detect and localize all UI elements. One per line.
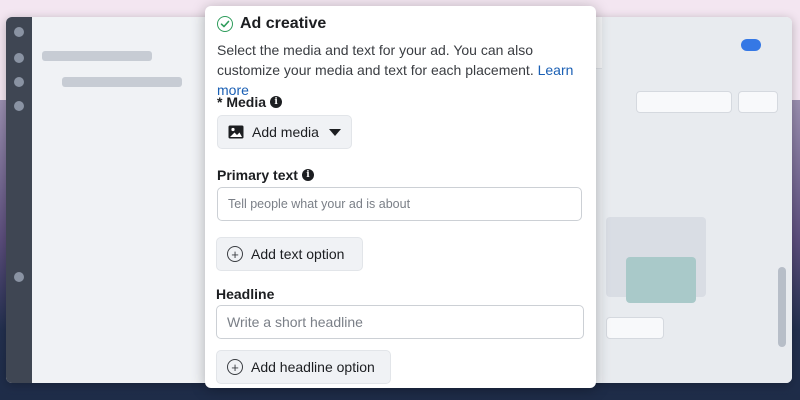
rail-icon [14, 77, 24, 87]
headline-input[interactable] [216, 305, 584, 339]
panel-description: Select the media and text for your ad. Y… [217, 40, 587, 100]
background-button [738, 91, 778, 113]
add-text-option-label: Add text option [251, 246, 345, 262]
rail-icon [14, 101, 24, 111]
image-icon [228, 125, 244, 139]
required-mark: * [217, 94, 227, 110]
plus-circle-icon: + [227, 246, 243, 262]
background-row [62, 77, 182, 87]
media-label-text: Media [226, 94, 267, 110]
primary-text-label: Primary text i [217, 167, 314, 183]
background-row [42, 51, 152, 61]
info-icon[interactable]: i [270, 96, 283, 108]
background-toggle [741, 39, 761, 51]
check-circle-icon [217, 16, 233, 32]
background-button [636, 91, 732, 113]
rail-icon [14, 53, 24, 63]
plus-circle-icon: + [227, 359, 243, 375]
panel-title: Ad creative [240, 15, 327, 32]
primary-text-label-text: Primary text [217, 167, 298, 183]
background-campaign-tree [32, 17, 212, 383]
background-button [606, 317, 664, 339]
background-preview-image [626, 257, 696, 303]
add-text-option-button[interactable]: + Add text option [216, 237, 363, 271]
add-media-button[interactable]: Add media [217, 115, 352, 149]
headline-label-text: Headline [216, 286, 275, 302]
rail-icon [14, 27, 24, 37]
panel-header: Ad creative [217, 15, 326, 33]
media-label: * Media i [217, 94, 283, 110]
description-text: Select the media and text for your ad. Y… [217, 42, 534, 78]
headline-label: Headline [216, 286, 274, 302]
ad-creative-panel: Ad creative Select the media and text fo… [205, 6, 596, 388]
add-media-label: Add media [252, 124, 319, 140]
background-scrollbar [778, 267, 786, 347]
rail-icon [14, 272, 24, 282]
add-headline-option-label: Add headline option [251, 359, 375, 375]
info-icon[interactable]: i [301, 169, 314, 181]
background-nav-rail [6, 17, 32, 383]
primary-text-input[interactable] [217, 187, 582, 221]
add-headline-option-button[interactable]: + Add headline option [216, 350, 391, 384]
caret-down-icon [328, 128, 341, 136]
